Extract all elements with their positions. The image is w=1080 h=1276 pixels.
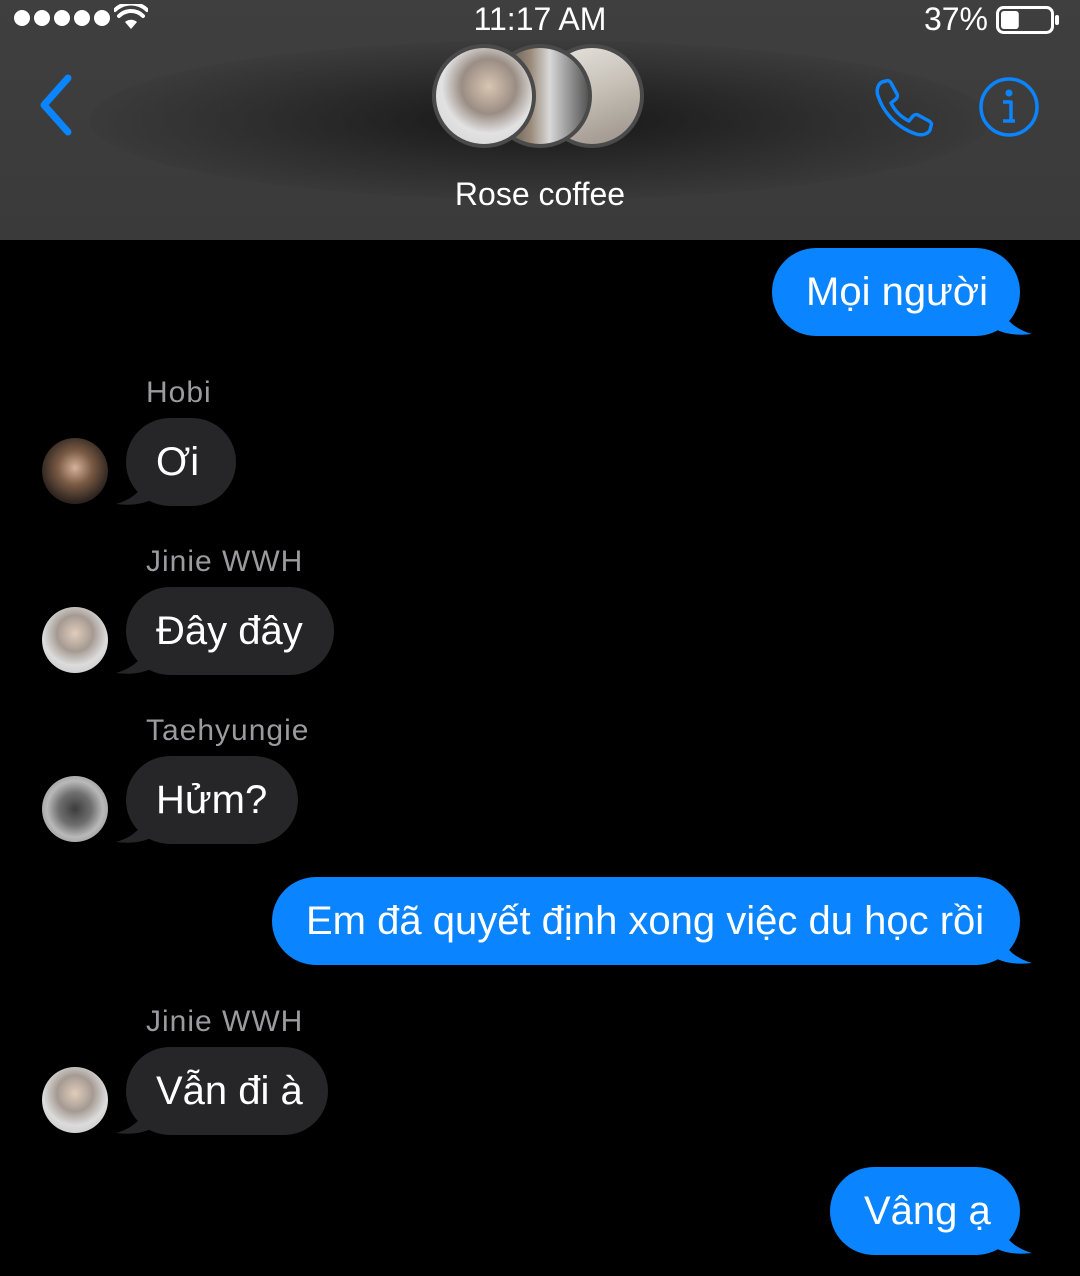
message-bubble-incoming[interactable]: Hửm? <box>126 756 298 844</box>
status-bar: 11:17 AM 37% <box>0 0 1080 40</box>
message-bubble-incoming[interactable]: Vẫn đi à <box>126 1047 328 1135</box>
sender-name: Jinie WWH <box>146 545 304 578</box>
battery-percent: 37% <box>923 1 988 37</box>
sender-name: Hobi <box>146 376 212 409</box>
avatar-jinie[interactable] <box>42 607 108 673</box>
group-avatars[interactable] <box>428 40 653 160</box>
battery-icon <box>996 6 1059 34</box>
avatar-hobi[interactable] <box>42 438 108 504</box>
message-bubble-outgoing[interactable]: Mọi người <box>772 248 1020 336</box>
back-button[interactable] <box>30 70 90 140</box>
group-avatar-1 <box>432 44 536 148</box>
message-bubble-incoming[interactable]: Đây đây <box>126 587 334 675</box>
conversation-header: 11:17 AM 37% Rose coffee <box>0 0 1080 240</box>
call-button[interactable] <box>872 76 936 140</box>
info-icon <box>979 77 1039 137</box>
message-bubble-outgoing[interactable]: Em đã quyết định xong việc du học rồi <box>272 877 1020 965</box>
status-time: 11:17 AM <box>473 1 607 37</box>
info-button[interactable] <box>978 76 1040 138</box>
message-bubble-incoming[interactable]: Ơi <box>126 418 236 506</box>
conversation-title[interactable]: Rose coffee <box>0 176 1080 213</box>
chevron-left-icon <box>40 74 72 136</box>
avatar-jinie[interactable] <box>42 1067 108 1133</box>
sender-name: Jinie WWH <box>146 1005 304 1038</box>
avatar-taehyungie[interactable] <box>42 776 108 842</box>
sender-name: Taehyungie <box>146 714 310 747</box>
message-bubble-outgoing[interactable]: Vâng ạ <box>830 1167 1020 1255</box>
phone-icon <box>875 78 934 137</box>
